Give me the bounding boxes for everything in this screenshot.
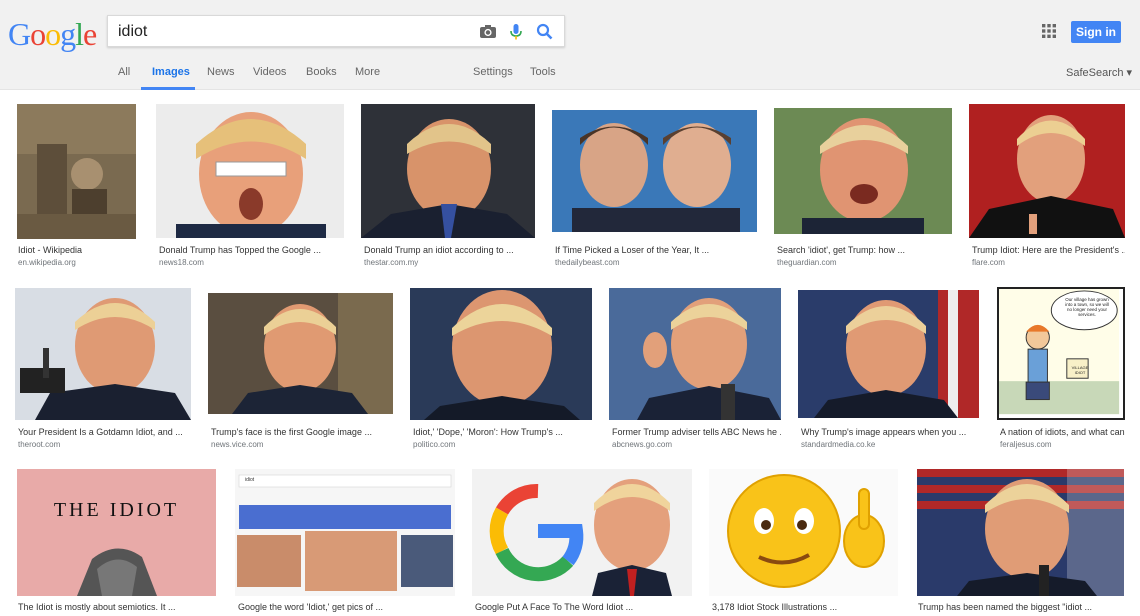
result-thumbnail[interactable]: Our village has grown into a town, so we…: [997, 287, 1125, 420]
tab-videos[interactable]: Videos: [253, 66, 286, 78]
result-source: flare.com: [972, 258, 1005, 267]
image-result[interactable]: Former Trump adviser tells ABC News he .…: [609, 288, 781, 454]
result-source: abcnews.go.com: [612, 440, 673, 449]
tab-all[interactable]: All: [118, 66, 130, 78]
result-caption[interactable]: Idiot,' 'Dope,' 'Moron': How Trump's ...: [413, 427, 592, 437]
result-caption[interactable]: Former Trump adviser tells ABC News he .…: [612, 427, 781, 437]
image-result[interactable]: Donald Trump an idiot according to ... t…: [361, 104, 535, 274]
result-caption[interactable]: If Time Picked a Loser of the Year, It .…: [555, 245, 757, 255]
result-source: news18.com: [159, 258, 204, 267]
result-source: theguardian.com: [777, 258, 837, 267]
result-thumbnail[interactable]: idiot: [235, 469, 455, 596]
header-bar: Google idiot Sign in All Images News Vid…: [0, 0, 1140, 90]
safesearch-dropdown[interactable]: SafeSearch ▾: [1066, 66, 1132, 79]
result-thumbnail[interactable]: [798, 290, 979, 418]
image-result[interactable]: Trump's face is the first Google image .…: [208, 293, 393, 454]
result-thumbnail[interactable]: [156, 104, 344, 238]
result-thumbnail[interactable]: [208, 293, 393, 414]
logo-letter: o: [30, 16, 46, 52]
sign-in-button[interactable]: Sign in: [1071, 21, 1121, 43]
caret-down-icon: ▾: [1126, 67, 1133, 79]
result-caption[interactable]: A nation of idiots, and what can ...: [1000, 427, 1125, 437]
search-input[interactable]: idiot: [118, 23, 147, 41]
image-result[interactable]: Trump has been named the biggest "idiot …: [917, 469, 1124, 616]
google-logo[interactable]: Google: [8, 16, 97, 53]
result-thumbnail[interactable]: [709, 469, 898, 596]
result-thumbnail[interactable]: [15, 288, 191, 420]
result-thumbnail[interactable]: [609, 288, 781, 420]
logo-letter: o: [45, 16, 61, 52]
tab-more[interactable]: More: [355, 66, 380, 78]
result-source: thestar.com.my: [364, 258, 419, 267]
tab-news[interactable]: News: [207, 66, 235, 78]
result-thumbnail[interactable]: THE IDIOT: [17, 469, 216, 596]
result-source: en.wikipedia.org: [18, 258, 76, 267]
image-result[interactable]: If Time Picked a Loser of the Year, It .…: [552, 110, 757, 274]
result-caption[interactable]: Why Trump's image appears when you ...: [801, 427, 979, 437]
image-result[interactable]: Idiot - Wikipedia en.wikipedia.org: [17, 104, 136, 274]
tab-images[interactable]: Images: [152, 66, 190, 78]
image-result[interactable]: Idiot,' 'Dope,' 'Moron': How Trump's ...…: [410, 288, 592, 454]
safesearch-label: SafeSearch: [1066, 67, 1124, 79]
image-result[interactable]: Google Put A Face To The Word Idiot ...: [472, 469, 692, 616]
tab-settings[interactable]: Settings: [473, 66, 513, 78]
image-result[interactable]: Your President Is a Gotdamn Idiot, and .…: [15, 288, 191, 454]
result-thumbnail[interactable]: [361, 104, 535, 238]
logo-letter: l: [75, 16, 84, 52]
camera-icon[interactable]: [478, 22, 498, 42]
result-caption[interactable]: 3,178 Idiot Stock Illustrations ...: [712, 602, 898, 612]
apps-grid-icon[interactable]: [1042, 24, 1056, 38]
result-source: politico.com: [413, 440, 456, 449]
result-source: theroot.com: [18, 440, 61, 449]
result-caption[interactable]: Trump has been named the biggest "idiot …: [918, 602, 1124, 612]
result-caption[interactable]: The Idiot is mostly about semiotics. It …: [18, 602, 216, 612]
result-caption[interactable]: Your President Is a Gotdamn Idiot, and .…: [18, 427, 191, 437]
logo-letter: g: [60, 16, 76, 52]
result-thumbnail[interactable]: [969, 104, 1125, 238]
image-result[interactable]: idiot Google the word 'Idiot,' get pics …: [235, 469, 455, 616]
active-tab-indicator: [141, 87, 195, 90]
microphone-icon[interactable]: [506, 22, 526, 42]
result-thumbnail[interactable]: [472, 469, 692, 596]
mini-search-query: idiot: [245, 477, 255, 483]
image-result[interactable]: Donald Trump has Topped the Google ... n…: [156, 104, 344, 274]
result-source: standardmedia.co.ke: [801, 440, 876, 449]
book-title: THE IDIOT: [53, 499, 180, 521]
tab-tools[interactable]: Tools: [530, 66, 556, 78]
result-caption[interactable]: Trump Idiot: Here are the President's ..…: [972, 245, 1125, 255]
result-source: news.vice.com: [211, 440, 264, 449]
result-thumbnail[interactable]: [774, 108, 952, 234]
search-icon[interactable]: [535, 22, 555, 42]
result-caption[interactable]: Google Put A Face To The Word Idiot ...: [475, 602, 692, 612]
result-caption[interactable]: Trump's face is the first Google image .…: [211, 427, 393, 437]
logo-letter: G: [8, 16, 31, 52]
search-tabs: All Images News Videos Books More Settin…: [0, 58, 1140, 90]
image-result[interactable]: Our village has grown into a town, so we…: [997, 287, 1125, 454]
logo-letter: e: [83, 16, 97, 52]
result-caption[interactable]: Donald Trump has Topped the Google ...: [159, 245, 344, 255]
result-source: feraljesus.com: [1000, 440, 1052, 449]
comic-speech-bubble: Our village has grown into a town, so we…: [1065, 297, 1109, 317]
image-result[interactable]: Why Trump's image appears when you ... s…: [798, 290, 979, 454]
image-result[interactable]: Trump Idiot: Here are the President's ..…: [969, 104, 1125, 274]
result-caption[interactable]: Google the word 'Idiot,' get pics of ...: [238, 602, 455, 612]
image-result[interactable]: THE IDIOT The Idiot is mostly about semi…: [17, 469, 216, 616]
result-thumbnail[interactable]: [17, 104, 136, 239]
result-thumbnail[interactable]: [410, 288, 592, 420]
result-caption[interactable]: Donald Trump an idiot according to ...: [364, 245, 535, 255]
search-box[interactable]: idiot: [107, 15, 565, 47]
image-result[interactable]: 3,178 Idiot Stock Illustrations ...: [709, 469, 898, 616]
result-thumbnail[interactable]: [552, 110, 757, 232]
image-result[interactable]: Search 'idiot', get Trump: how ... thegu…: [774, 108, 952, 274]
result-source: thedailybeast.com: [555, 258, 620, 267]
comic-sign: VILLAGE IDIOT: [1071, 365, 1089, 375]
result-thumbnail[interactable]: [917, 469, 1124, 596]
tab-books[interactable]: Books: [306, 66, 337, 78]
result-caption[interactable]: Idiot - Wikipedia: [18, 245, 136, 255]
result-caption[interactable]: Search 'idiot', get Trump: how ...: [777, 245, 952, 255]
